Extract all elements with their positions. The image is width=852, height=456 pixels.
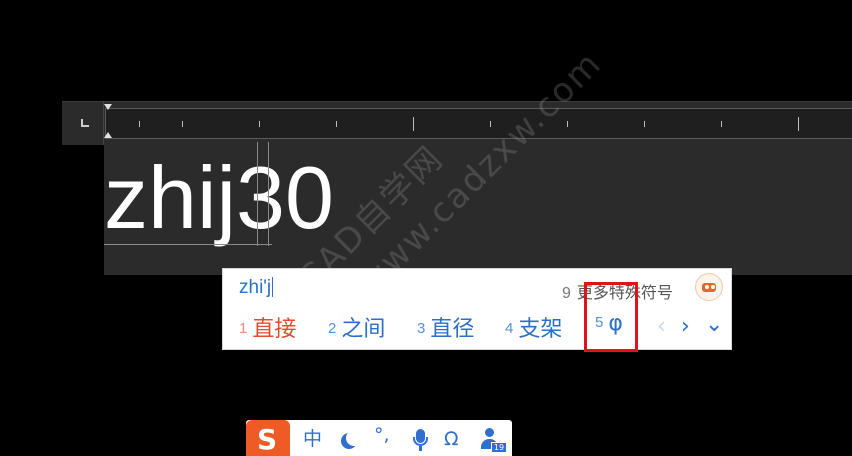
candidate-text: 直接 (252, 317, 297, 342)
caret-bracket (257, 142, 269, 246)
moon-icon[interactable] (346, 430, 362, 446)
user-badge: 19 (491, 442, 507, 453)
prev-page-icon[interactable]: ‹ (657, 315, 666, 339)
ime-composition-text: zhi'j (239, 277, 272, 298)
paragraph-indent-marker[interactable] (104, 132, 112, 138)
expand-candidates-icon[interactable]: ⌄ (705, 313, 723, 337)
sogou-logo-letter: S (257, 423, 278, 456)
more-symbols-number: 9 (562, 285, 571, 302)
candidate-index: 4 (505, 320, 514, 337)
ruler-tick (336, 121, 337, 127)
next-page-icon[interactable]: › (681, 315, 690, 339)
chinese-mode-toggle[interactable]: 中 (303, 428, 322, 450)
ruler-tick (259, 121, 260, 127)
candidate-1[interactable]: 1 直接 (239, 311, 296, 343)
mascot-eye (705, 285, 709, 289)
special-symbol-button[interactable]: Ω (444, 428, 459, 450)
candidate-4[interactable]: 4 支架 (505, 311, 562, 343)
edit-text: zhij30 (104, 150, 334, 246)
ime-composition: zhi'j (239, 277, 274, 299)
text-before-caret: zhij (104, 148, 237, 247)
ruler-tick (413, 117, 414, 131)
ime-mascot-icon[interactable] (695, 273, 723, 301)
tab-type-button[interactable] (62, 102, 104, 145)
punctuation-toggle[interactable]: °, (374, 424, 390, 446)
candidate-2[interactable]: 2 之间 (328, 311, 385, 343)
candidate-index: 3 (417, 320, 426, 337)
ruler-tick (139, 121, 140, 127)
ime-composition-caret (272, 277, 274, 297)
ruler-tick (798, 117, 799, 131)
candidate-3[interactable]: 3 直径 (417, 311, 474, 343)
user-icon[interactable] (485, 428, 494, 437)
microphone-base (419, 446, 422, 451)
first-line-indent-marker[interactable] (104, 104, 112, 110)
ruler-tick (182, 121, 183, 127)
candidate-text: 支架 (518, 317, 563, 342)
ruler-tick (644, 121, 645, 127)
ruler-tick (567, 121, 568, 127)
candidate-index: 2 (328, 320, 337, 337)
ime-status-bar: S 中 °, Ω 19 (246, 420, 512, 456)
ime-candidate-panel: zhi'j 9 更多特殊符号 1 直接 2 之间 3 直径 4 支架 5φ ‹ › ⌄ (222, 268, 732, 350)
candidate-text: 直径 (430, 317, 475, 342)
candidate-text: 之间 (341, 317, 386, 342)
left-tab-icon (81, 119, 89, 127)
text-baseline (104, 244, 272, 245)
annotation-highlight-box (584, 282, 638, 352)
mascot-eye (711, 285, 715, 289)
microphone-stand (413, 437, 428, 446)
sogou-logo-icon[interactable]: S (246, 420, 290, 456)
ruler-tick (721, 121, 722, 127)
candidate-index: 1 (239, 320, 248, 337)
